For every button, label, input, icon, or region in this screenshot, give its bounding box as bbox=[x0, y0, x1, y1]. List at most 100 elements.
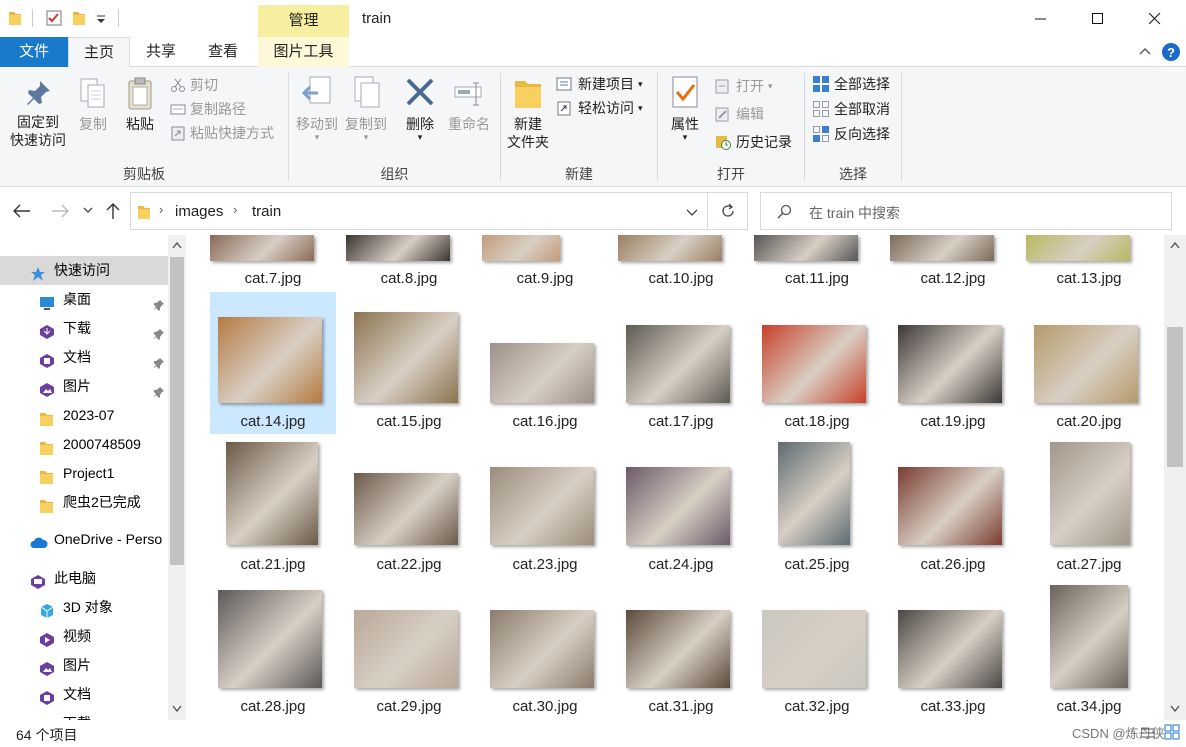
scroll-down-icon[interactable] bbox=[172, 705, 182, 713]
select-none-icon bbox=[813, 101, 829, 117]
tab-share[interactable]: 共享 bbox=[132, 37, 190, 67]
breadcrumb-train[interactable]: train bbox=[252, 203, 281, 220]
pin-label-2: 快速访问 bbox=[10, 132, 66, 148]
paste-button[interactable]: 粘贴 bbox=[120, 77, 160, 133]
copy-button[interactable]: 复制 bbox=[74, 77, 112, 133]
item-count: 64 个项目 bbox=[16, 727, 78, 743]
new-item-button[interactable]: 新建项目 ▾ bbox=[556, 73, 643, 95]
nav-item[interactable]: 桌面 bbox=[0, 285, 168, 314]
history-button[interactable]: 历史记录 bbox=[714, 131, 792, 153]
large-icons-view-icon[interactable] bbox=[1164, 724, 1180, 740]
scroll-up-icon[interactable] bbox=[1170, 241, 1180, 249]
file-item[interactable]: cat.31.jpg bbox=[618, 235, 744, 715]
search-placeholder: 在 train 中搜索 bbox=[809, 205, 901, 221]
minimize-button[interactable] bbox=[1018, 0, 1064, 37]
easy-access-button[interactable]: 轻松访问 ▾ bbox=[556, 97, 643, 119]
back-arrow-icon[interactable] bbox=[13, 204, 31, 218]
tab-view[interactable]: 查看 bbox=[194, 37, 252, 67]
close-button[interactable] bbox=[1132, 0, 1178, 37]
image-thumbnail bbox=[1050, 585, 1128, 688]
tab-picture-tools[interactable]: 图片工具 bbox=[258, 37, 349, 67]
content-scroll-thumb[interactable] bbox=[1167, 327, 1183, 467]
paste-shortcut-icon bbox=[171, 126, 185, 141]
file-item[interactable]: cat.32.jpg bbox=[754, 235, 880, 715]
breadcrumb-separator-icon[interactable]: › bbox=[159, 202, 163, 217]
nav-item[interactable]: 下载 bbox=[0, 314, 168, 343]
nav-item-label: 快速访问 bbox=[54, 262, 110, 278]
properties-label: 属性 bbox=[671, 116, 699, 132]
pin-quick-access-button[interactable]: 固定到 快速访问 bbox=[4, 77, 72, 149]
tab-file[interactable]: 文件 bbox=[0, 37, 68, 67]
select-all-label: 全部选择 bbox=[834, 76, 890, 92]
properties-button[interactable]: 属性 ▾ bbox=[662, 75, 708, 142]
file-item[interactable]: cat.34.jpg bbox=[1026, 235, 1152, 715]
file-item[interactable]: cat.28.jpg bbox=[210, 235, 336, 715]
new-folder-button[interactable]: 新建 文件夹 bbox=[503, 75, 553, 151]
collapse-ribbon-icon[interactable] bbox=[1139, 46, 1151, 56]
move-to-icon bbox=[301, 76, 331, 104]
up-arrow-icon[interactable] bbox=[106, 202, 120, 220]
select-all-button[interactable]: 全部选择 bbox=[812, 73, 890, 95]
search-box[interactable]: 在 train 中搜索 bbox=[760, 192, 1172, 230]
copy-to-button[interactable]: 复制到 ▾ bbox=[342, 75, 390, 142]
edit-button[interactable]: 编辑 bbox=[714, 103, 764, 125]
file-item[interactable]: cat.33.jpg bbox=[890, 235, 1016, 715]
customize-dropdown-icon[interactable] bbox=[96, 14, 106, 24]
nav-item[interactable]: 爬虫2已完成 bbox=[0, 488, 168, 517]
copy-path-button[interactable]: 复制路径 bbox=[170, 98, 246, 120]
address-history-chevron-icon[interactable] bbox=[686, 209, 698, 217]
nav-item[interactable]: 视频 bbox=[0, 622, 168, 651]
delete-button[interactable]: 删除 ▾ bbox=[398, 75, 442, 142]
nav-item[interactable]: OneDrive - Perso bbox=[0, 525, 168, 554]
ribbon-separator bbox=[901, 73, 902, 181]
paste-shortcut-button[interactable]: 粘贴快捷方式 bbox=[170, 122, 274, 144]
file-item[interactable]: cat.29.jpg bbox=[346, 235, 472, 715]
nav-item[interactable]: 图片 bbox=[0, 372, 168, 401]
scroll-up-icon[interactable] bbox=[172, 241, 182, 249]
easy-access-icon bbox=[557, 101, 571, 116]
move-to-button[interactable]: 移动到 ▾ bbox=[292, 75, 342, 142]
details-view-icon[interactable] bbox=[1140, 726, 1156, 740]
paste-label: 粘贴 bbox=[126, 116, 154, 132]
nav-item-label: 图片 bbox=[63, 657, 91, 673]
nav-item[interactable]: 文档 bbox=[0, 680, 168, 709]
breadcrumb-separator-icon[interactable]: › bbox=[233, 202, 237, 217]
properties-quick-icon[interactable] bbox=[46, 10, 62, 26]
nav-item[interactable]: 图片 bbox=[0, 651, 168, 680]
nav-item[interactable]: 3D 对象 bbox=[0, 593, 168, 622]
nav-item[interactable]: 快速访问 bbox=[0, 256, 168, 285]
image-thumbnail bbox=[618, 235, 722, 261]
new-folder-quick-icon[interactable] bbox=[72, 10, 86, 26]
nav-item[interactable]: 此电脑 bbox=[0, 564, 168, 593]
file-name: cat.30.jpg bbox=[512, 698, 578, 715]
cut-button[interactable]: 剪切 bbox=[170, 74, 218, 96]
download-icon bbox=[39, 321, 55, 339]
content-scrollbar[interactable] bbox=[1164, 235, 1186, 720]
recent-locations-chevron-icon[interactable] bbox=[83, 207, 93, 215]
invert-selection-button[interactable]: 反向选择 bbox=[812, 123, 890, 145]
image-thumbnail bbox=[210, 235, 314, 261]
address-box[interactable]: › images › train bbox=[130, 192, 708, 230]
document-icon bbox=[39, 687, 55, 705]
forward-arrow-icon[interactable] bbox=[51, 204, 69, 218]
nav-scroll-thumb[interactable] bbox=[170, 257, 184, 565]
help-icon[interactable]: ? bbox=[1161, 42, 1181, 62]
scroll-down-icon[interactable] bbox=[1170, 705, 1180, 713]
nav-item[interactable]: Project1 bbox=[0, 459, 168, 488]
select-none-button[interactable]: 全部取消 bbox=[812, 98, 890, 120]
breadcrumb-images[interactable]: images bbox=[175, 203, 223, 220]
maximize-button[interactable] bbox=[1075, 0, 1121, 37]
copy-label: 复制 bbox=[79, 116, 107, 132]
refresh-button[interactable] bbox=[708, 192, 748, 230]
folder-icon bbox=[138, 206, 150, 219]
nav-scrollbar[interactable] bbox=[168, 235, 186, 720]
file-item[interactable]: cat.30.jpg bbox=[482, 235, 608, 715]
tab-home[interactable]: 主页 bbox=[68, 37, 130, 68]
open-button[interactable]: 打开 ▾ bbox=[714, 75, 773, 97]
cube-icon bbox=[39, 600, 55, 618]
nav-item[interactable]: 2023-07 bbox=[0, 401, 168, 430]
nav-item[interactable]: 文档 bbox=[0, 343, 168, 372]
nav-item-label: 图片 bbox=[63, 378, 91, 394]
nav-item[interactable]: 2000748509 bbox=[0, 430, 168, 459]
rename-button[interactable]: 重命名 bbox=[444, 75, 494, 133]
